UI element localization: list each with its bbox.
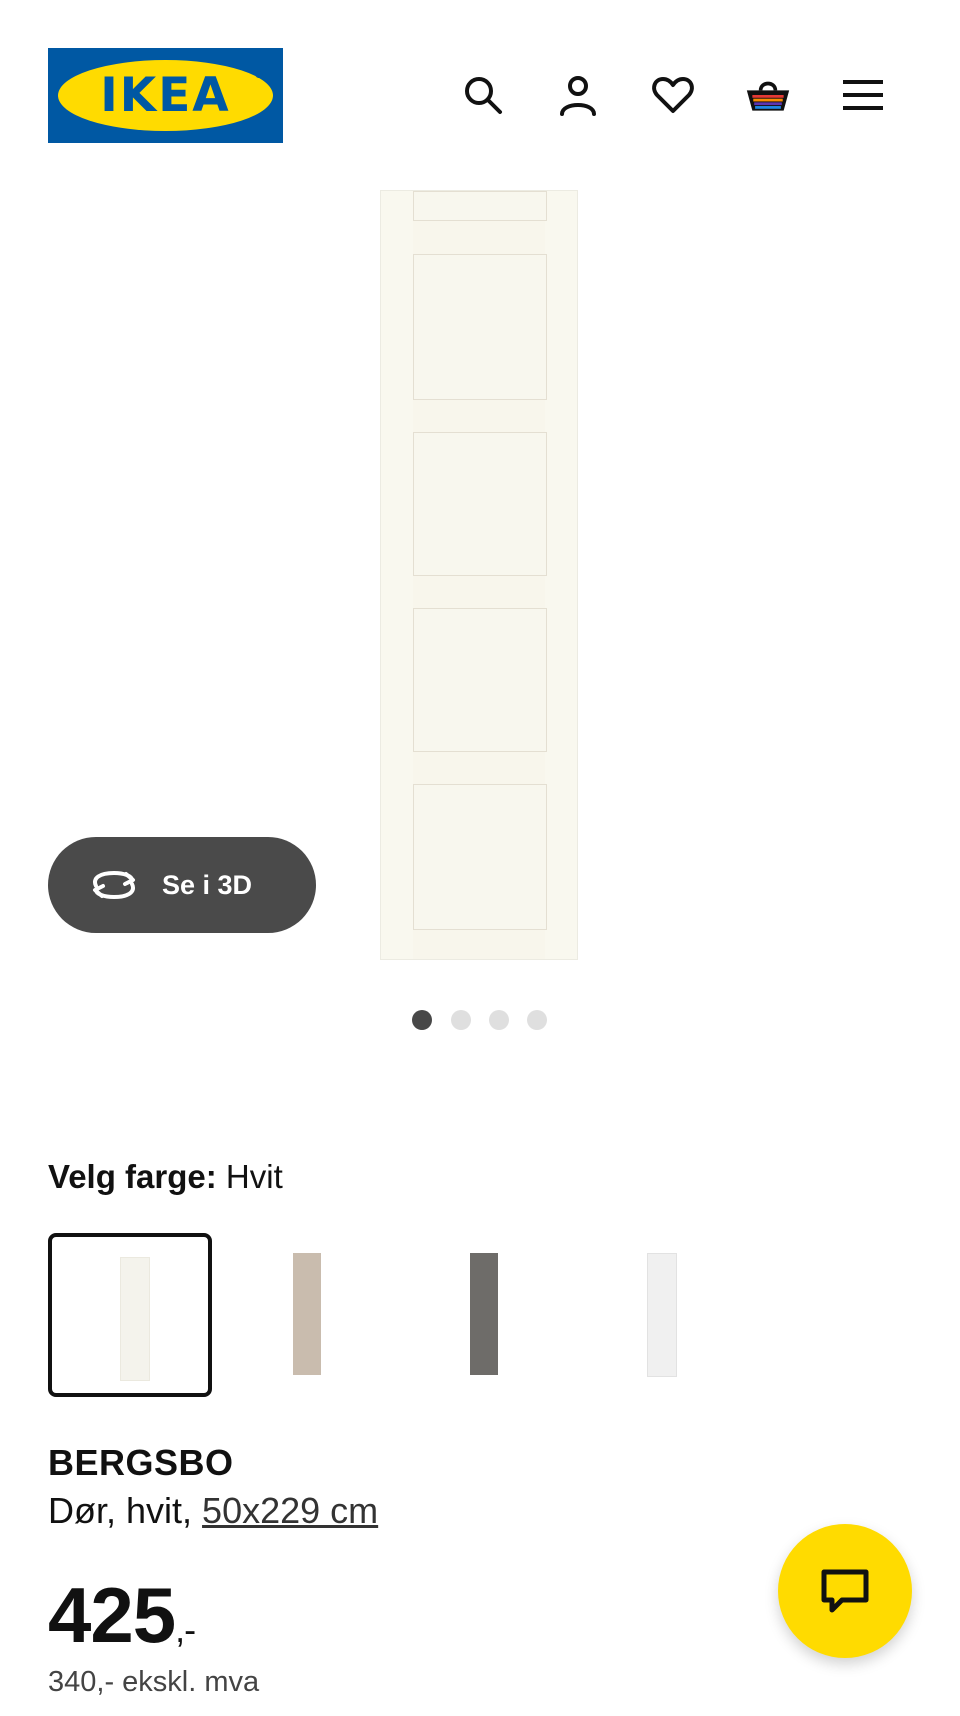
heart-icon[interactable] bbox=[650, 72, 696, 118]
pagination-dot[interactable] bbox=[527, 1010, 547, 1030]
header: IKEA ® bbox=[0, 0, 960, 190]
color-picker-label: Velg farge: Hvit bbox=[48, 1158, 283, 1196]
chat-icon bbox=[821, 1569, 869, 1613]
pagination-dot[interactable] bbox=[489, 1010, 509, 1030]
door-panel bbox=[413, 254, 547, 400]
product-image-door bbox=[380, 190, 578, 960]
color-swatch-beige[interactable] bbox=[225, 1233, 389, 1397]
color-label-key: Velg farge: bbox=[48, 1158, 217, 1195]
user-icon[interactable] bbox=[555, 72, 601, 118]
logo-text: IKEA bbox=[100, 68, 231, 123]
door-right-stile bbox=[545, 191, 577, 959]
door-panel bbox=[413, 432, 547, 576]
price-main: 425 bbox=[48, 1571, 176, 1659]
logo-registered-mark: ® bbox=[254, 70, 264, 81]
basket-icon[interactable] bbox=[745, 72, 791, 118]
door-panel bbox=[413, 191, 547, 221]
door-panel bbox=[413, 784, 547, 930]
price-ex-vat: 340,- ekskl. mva bbox=[48, 1666, 260, 1698]
search-icon[interactable] bbox=[460, 72, 506, 118]
view-3d-button[interactable]: Se i 3D bbox=[48, 837, 316, 933]
ikea-logo[interactable]: IKEA ® bbox=[48, 48, 283, 143]
swatch-thumbnail bbox=[470, 1253, 498, 1375]
product-price: 425,- bbox=[48, 1570, 196, 1661]
rotate-3d-icon bbox=[93, 870, 135, 900]
color-swatch-grey[interactable] bbox=[402, 1233, 566, 1397]
color-label-value: Hvit bbox=[225, 1158, 283, 1195]
product-type: Dør, hvit, bbox=[48, 1490, 193, 1531]
swatch-thumbnail bbox=[293, 1253, 321, 1375]
product-name: BERGSBO bbox=[48, 1442, 234, 1483]
color-swatch-glass[interactable] bbox=[579, 1233, 743, 1397]
door-panel bbox=[413, 608, 547, 752]
chat-button[interactable] bbox=[778, 1524, 912, 1658]
product-size-link[interactable]: 50x229 cm bbox=[202, 1490, 378, 1531]
door-left-stile bbox=[381, 191, 413, 959]
pagination-dot-active[interactable] bbox=[412, 1010, 432, 1030]
swatch-thumbnail bbox=[120, 1257, 150, 1381]
product-description: Dør, hvit, 50x229 cm bbox=[48, 1490, 378, 1532]
price-suffix: ,- bbox=[175, 1609, 196, 1650]
pagination-dot[interactable] bbox=[451, 1010, 471, 1030]
menu-icon[interactable] bbox=[840, 72, 886, 118]
swatch-thumbnail bbox=[647, 1253, 677, 1377]
color-swatch-white[interactable] bbox=[48, 1233, 212, 1397]
view-3d-label: Se i 3D bbox=[162, 869, 253, 900]
gallery-pagination bbox=[0, 1010, 960, 1030]
